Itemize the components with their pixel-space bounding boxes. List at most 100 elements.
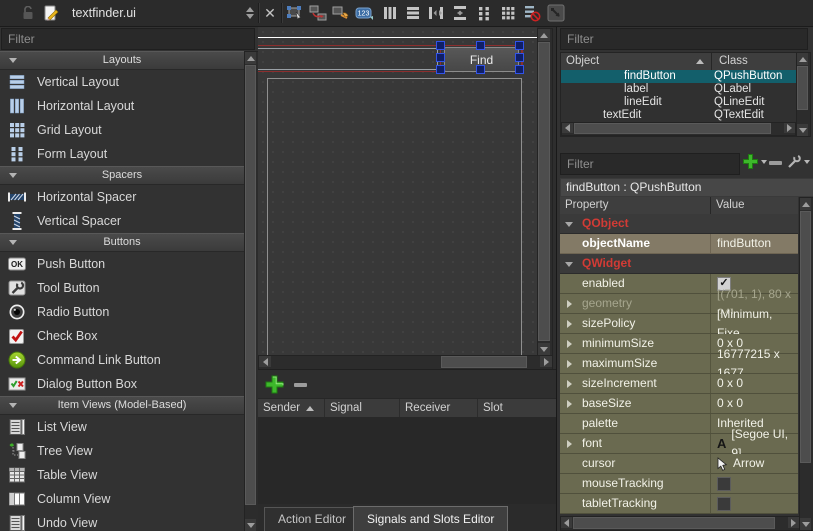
widget-box-section-item-views[interactable]: Item Views (Model-Based) — [0, 396, 244, 415]
checkbox-unchecked-icon[interactable] — [717, 497, 731, 511]
property-row-maximumSize[interactable]: maximumSize 16777215 x 1677.. — [560, 354, 798, 374]
edit-widgets-icon[interactable] — [283, 2, 306, 24]
lay-out-horizontally-icon[interactable] — [378, 2, 401, 24]
tab-signals-and-slots-editor[interactable]: Signals and Slots Editor — [353, 506, 508, 531]
scroll-down-icon[interactable] — [245, 519, 256, 531]
property-value[interactable]: findButton — [710, 234, 798, 253]
widget-box-item-vertical-spacer[interactable]: Vertical Spacer — [0, 209, 244, 233]
scroll-right-icon[interactable] — [784, 123, 795, 133]
widget-box-section-spacers[interactable]: Spacers — [0, 166, 244, 185]
widget-box-item-horizontal-layout[interactable]: Horizontal Layout — [0, 94, 244, 118]
column-header-object[interactable]: Object — [566, 53, 599, 70]
inspector-vscrollbar[interactable] — [796, 52, 811, 137]
scroll-down-icon[interactable] — [538, 343, 550, 355]
property-vscrollbar[interactable] — [799, 197, 813, 531]
checkbox-unchecked-icon[interactable] — [717, 477, 731, 491]
scroll-up-icon[interactable] — [245, 52, 256, 64]
property-filter-input[interactable] — [560, 153, 740, 175]
property-value[interactable]: Arrow — [710, 454, 798, 473]
object-row-textEdit[interactable]: textEdit QTextEdit — [561, 109, 796, 122]
selection-handle[interactable] — [515, 65, 524, 74]
property-value[interactable]: A[Segoe UI, 9] — [710, 434, 798, 453]
widget-box-item-column-view[interactable]: Column View — [0, 487, 244, 511]
scroll-left-icon[interactable] — [259, 356, 271, 367]
property-row-font[interactable]: font A[Segoe UI, 9] — [560, 434, 798, 454]
lay-out-vertically-icon[interactable] — [401, 2, 424, 24]
widget-box-item-list-view[interactable]: List View — [0, 415, 244, 439]
expand-arrow-icon[interactable] — [567, 320, 572, 328]
line-edit-widget[interactable] — [258, 48, 438, 70]
scroll-right-icon[interactable] — [540, 356, 552, 367]
property-value[interactable]: 0 x 0 — [710, 374, 798, 393]
property-value[interactable] — [710, 474, 798, 493]
property-row-cursor[interactable]: cursor Arrow — [560, 454, 798, 474]
expand-arrow-icon[interactable] — [567, 400, 572, 408]
widget-box-item-radio-button[interactable]: Radio Button — [0, 300, 244, 324]
scrollbar-thumb[interactable] — [800, 211, 811, 463]
widget-box-item-command-link-button[interactable]: Command Link Button — [0, 348, 244, 372]
break-layout-icon[interactable] — [520, 2, 543, 24]
tab-action-editor[interactable]: Action Editor — [264, 507, 360, 531]
column-header-slot[interactable]: Slot — [478, 399, 556, 417]
property-group-qobject[interactable]: QObject — [560, 214, 798, 234]
property-value[interactable]: 0 x 0 — [710, 394, 798, 413]
selection-handle[interactable] — [436, 65, 445, 74]
form-vscrollbar[interactable] — [537, 28, 553, 356]
scrollbar-thumb[interactable] — [797, 66, 808, 110]
widget-box-filter-input[interactable] — [1, 28, 255, 50]
selection-handle[interactable] — [436, 41, 445, 50]
form-hscrollbar[interactable] — [258, 355, 553, 370]
selection-handle[interactable] — [515, 41, 524, 50]
property-group-qwidget[interactable]: QWidget — [560, 254, 798, 274]
scrollbar-thumb[interactable] — [441, 356, 527, 368]
unlock-icon[interactable] — [16, 2, 39, 24]
scroll-up-icon[interactable] — [538, 29, 550, 41]
selection-handle[interactable] — [436, 53, 445, 62]
inspector-hscrollbar[interactable] — [561, 122, 796, 136]
property-row-mouseTracking[interactable]: mouseTracking — [560, 474, 798, 494]
expand-arrow-icon[interactable] — [567, 340, 572, 348]
column-header-signal[interactable]: Signal — [325, 399, 400, 417]
column-header-sender[interactable]: Sender — [258, 399, 325, 417]
expand-arrow-icon[interactable] — [567, 380, 572, 388]
connections-table-body[interactable] — [258, 417, 556, 504]
remove-connection-icon[interactable] — [294, 383, 307, 387]
lay-out-grid-icon[interactable] — [496, 2, 519, 24]
scroll-left-icon[interactable] — [562, 123, 573, 133]
object-row-findButton[interactable]: findButton QPushButton — [561, 70, 796, 83]
widget-box-item-undo-view[interactable]: Undo View — [0, 511, 244, 531]
adjust-size-icon[interactable] — [544, 2, 567, 24]
configure-property-editor-icon[interactable] — [786, 153, 810, 170]
scrollbar-thumb[interactable] — [538, 42, 550, 341]
object-row-lineEdit[interactable]: lineEdit QLineEdit — [561, 96, 796, 109]
property-hscrollbar[interactable] — [560, 516, 800, 531]
close-icon[interactable]: ✕ — [259, 2, 281, 24]
scroll-right-icon[interactable] — [788, 517, 799, 528]
expand-arrow-icon[interactable] — [567, 440, 572, 448]
selection-handle[interactable] — [515, 53, 524, 62]
remove-dynamic-property-icon[interactable] — [769, 161, 782, 165]
scrollbar-thumb[interactable] — [574, 123, 771, 134]
widget-box-item-dialog-button-box[interactable]: Dialog Button Box — [0, 372, 244, 396]
text-edit-widget[interactable] — [267, 78, 522, 355]
widget-box-item-form-layout[interactable]: Form Layout — [0, 142, 244, 166]
object-inspector-filter-input[interactable] — [560, 28, 808, 50]
widget-box-item-horizontal-spacer[interactable]: Horizontal Spacer — [0, 185, 244, 209]
widget-box-item-check-box[interactable]: Check Box — [0, 324, 244, 348]
edit-buddies-icon[interactable] — [329, 2, 352, 24]
property-value[interactable]: [Minimum, Fixe.. — [710, 314, 798, 333]
selection-handle[interactable] — [476, 65, 485, 74]
scroll-up-icon[interactable] — [797, 53, 808, 65]
property-value[interactable]: 16777215 x 1677.. — [710, 354, 798, 373]
scroll-down-icon[interactable] — [797, 124, 808, 136]
expand-arrow-icon[interactable] — [567, 300, 572, 308]
column-header-class[interactable]: Class — [719, 53, 748, 70]
property-row-sizePolicy[interactable]: sizePolicy [Minimum, Fixe.. — [560, 314, 798, 334]
scrollbar-thumb[interactable] — [573, 517, 775, 529]
widget-box-item-tree-view[interactable]: Tree View — [0, 439, 244, 463]
lay-out-horizontally-splitter-icon[interactable] — [424, 2, 447, 24]
expand-arrow-icon[interactable] — [567, 360, 572, 368]
widget-box-item-push-button[interactable]: OK Push Button — [0, 252, 244, 276]
add-dynamic-property-icon[interactable] — [742, 153, 767, 170]
widget-box-scrollbar[interactable] — [244, 51, 259, 531]
